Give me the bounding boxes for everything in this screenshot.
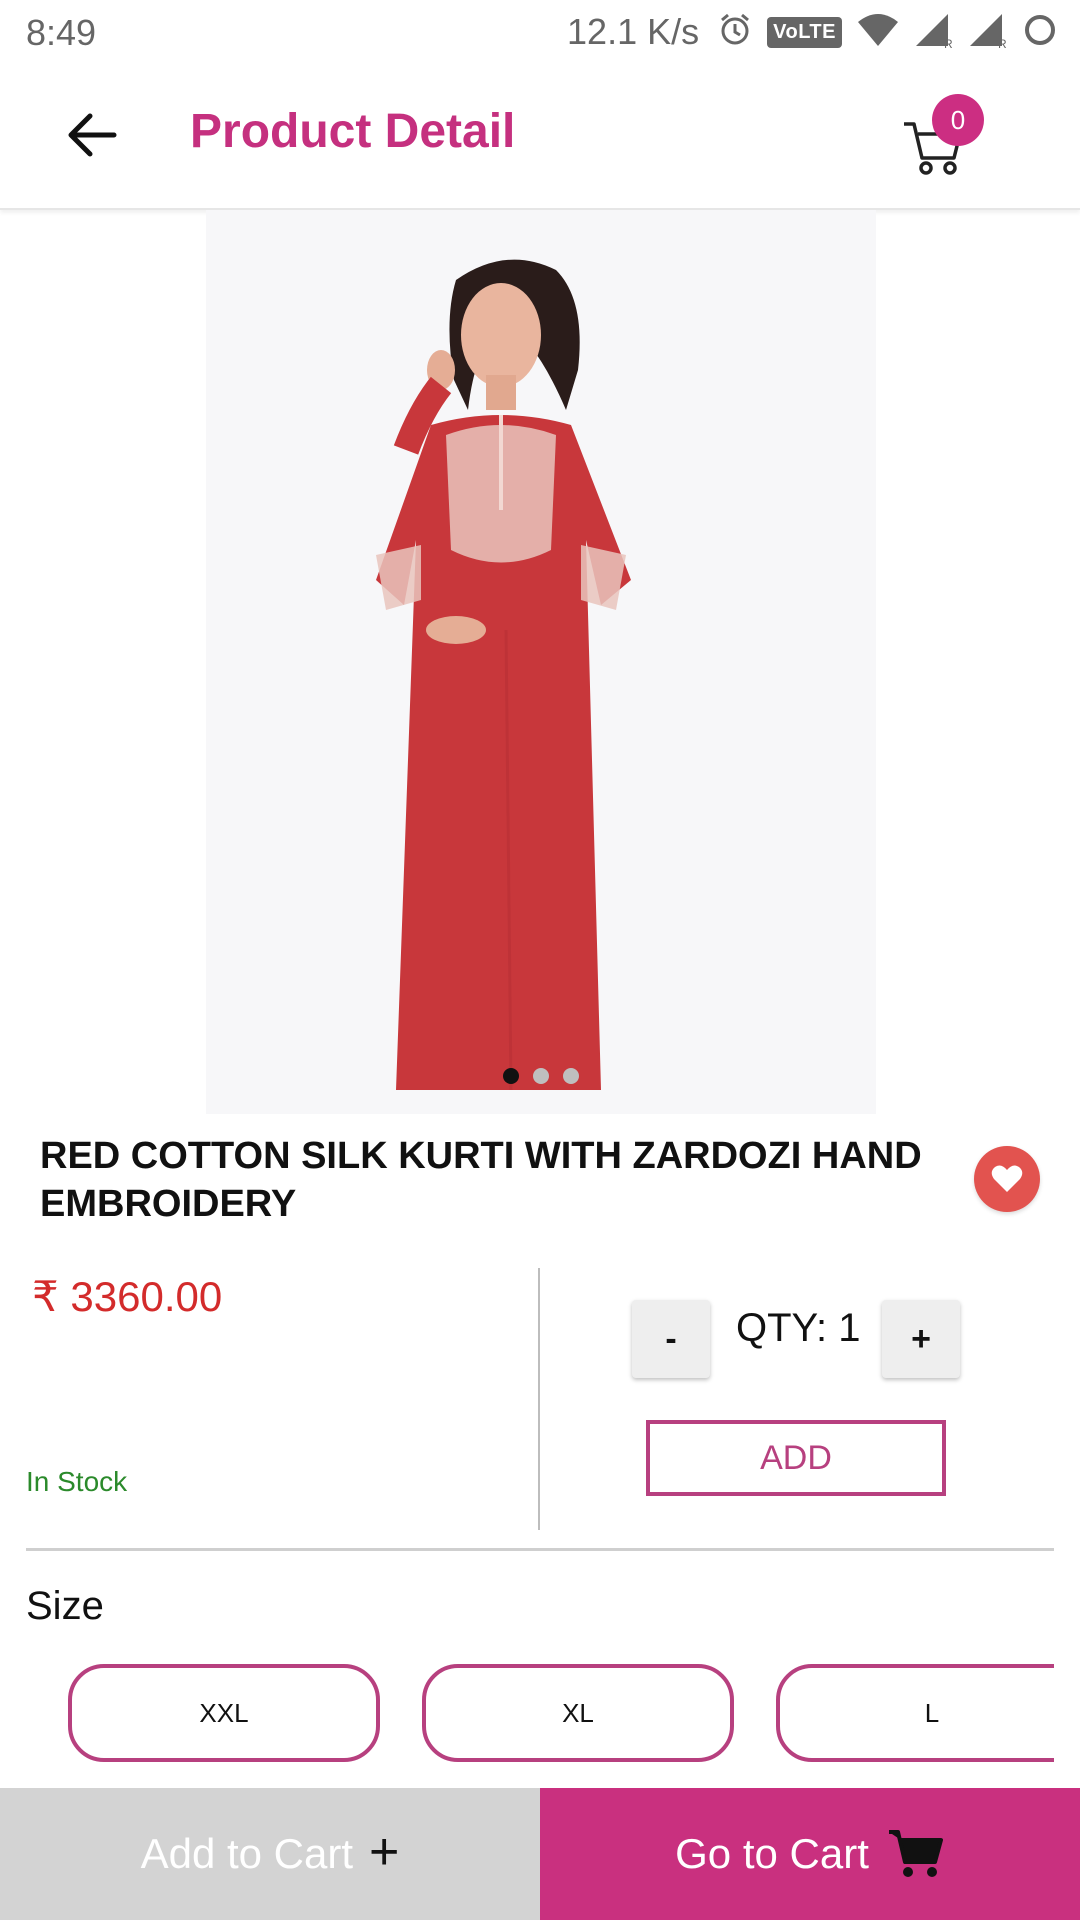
page-title: Product Detail bbox=[190, 105, 516, 158]
carousel-dot[interactable] bbox=[503, 1068, 519, 1084]
arrow-left-icon bbox=[68, 113, 117, 157]
cart-count-badge: 0 bbox=[932, 94, 984, 146]
size-option-xl[interactable]: XL bbox=[422, 1664, 734, 1762]
svg-text:R: R bbox=[998, 37, 1007, 48]
status-time: 8:49 bbox=[26, 12, 97, 53]
bottom-action-bar: Add to Cart + Go to Cart bbox=[0, 1788, 1080, 1920]
plus-icon: + bbox=[369, 1823, 400, 1881]
alarm-icon bbox=[717, 12, 753, 53]
heart-icon bbox=[991, 1165, 1023, 1192]
add-to-cart-button[interactable]: Add to Cart + bbox=[0, 1788, 540, 1920]
go-to-cart-button[interactable]: Go to Cart bbox=[540, 1788, 1080, 1920]
status-icons: 12.1 K/s VoLTE R R bbox=[567, 10, 1058, 54]
wifi-icon bbox=[856, 12, 900, 53]
header-cart-button[interactable]: 0 bbox=[900, 94, 1000, 184]
cart-icon bbox=[888, 1830, 943, 1877]
carousel-dot[interactable] bbox=[563, 1068, 579, 1084]
vertical-divider bbox=[538, 1268, 540, 1530]
section-divider bbox=[26, 1548, 1054, 1551]
qty-decrease-button[interactable]: - bbox=[632, 1300, 710, 1378]
product-price: ₹ 3360.00 bbox=[32, 1273, 223, 1320]
product-image[interactable] bbox=[206, 210, 876, 1114]
svg-text:R: R bbox=[944, 37, 953, 48]
sync-icon bbox=[1022, 12, 1058, 53]
size-heading: Size bbox=[26, 1584, 104, 1628]
size-options: XXL XL L bbox=[0, 1664, 1054, 1764]
product-photo bbox=[206, 210, 876, 1114]
size-option-xxl[interactable]: XXL bbox=[68, 1664, 380, 1762]
back-button[interactable] bbox=[54, 98, 128, 172]
stock-status: In Stock bbox=[26, 1466, 128, 1497]
add-to-cart-label: Add to Cart bbox=[140, 1830, 354, 1877]
carousel-indicator bbox=[206, 1068, 876, 1084]
network-speed: 12.1 K/s bbox=[567, 11, 700, 52]
app-bar: Product Detail 0 bbox=[0, 64, 1080, 210]
signal-icon: R bbox=[968, 12, 1008, 53]
product-title: RED COTTON SILK KURTI WITH ZARDOZI HAND … bbox=[40, 1135, 922, 1225]
go-to-cart-label: Go to Cart bbox=[675, 1830, 869, 1877]
qty-increase-button[interactable]: + bbox=[882, 1300, 960, 1378]
qty-label: QTY: 1 bbox=[736, 1306, 861, 1350]
status-bar: 8:49 12.1 K/s VoLTE R R bbox=[0, 0, 1080, 64]
add-button[interactable]: ADD bbox=[646, 1420, 946, 1496]
signal-icon: R bbox=[914, 12, 954, 53]
carousel-dot[interactable] bbox=[533, 1068, 549, 1084]
volte-icon: VoLTE bbox=[767, 16, 842, 48]
size-option-l[interactable]: L bbox=[776, 1664, 1054, 1762]
favorite-button[interactable] bbox=[974, 1146, 1040, 1212]
